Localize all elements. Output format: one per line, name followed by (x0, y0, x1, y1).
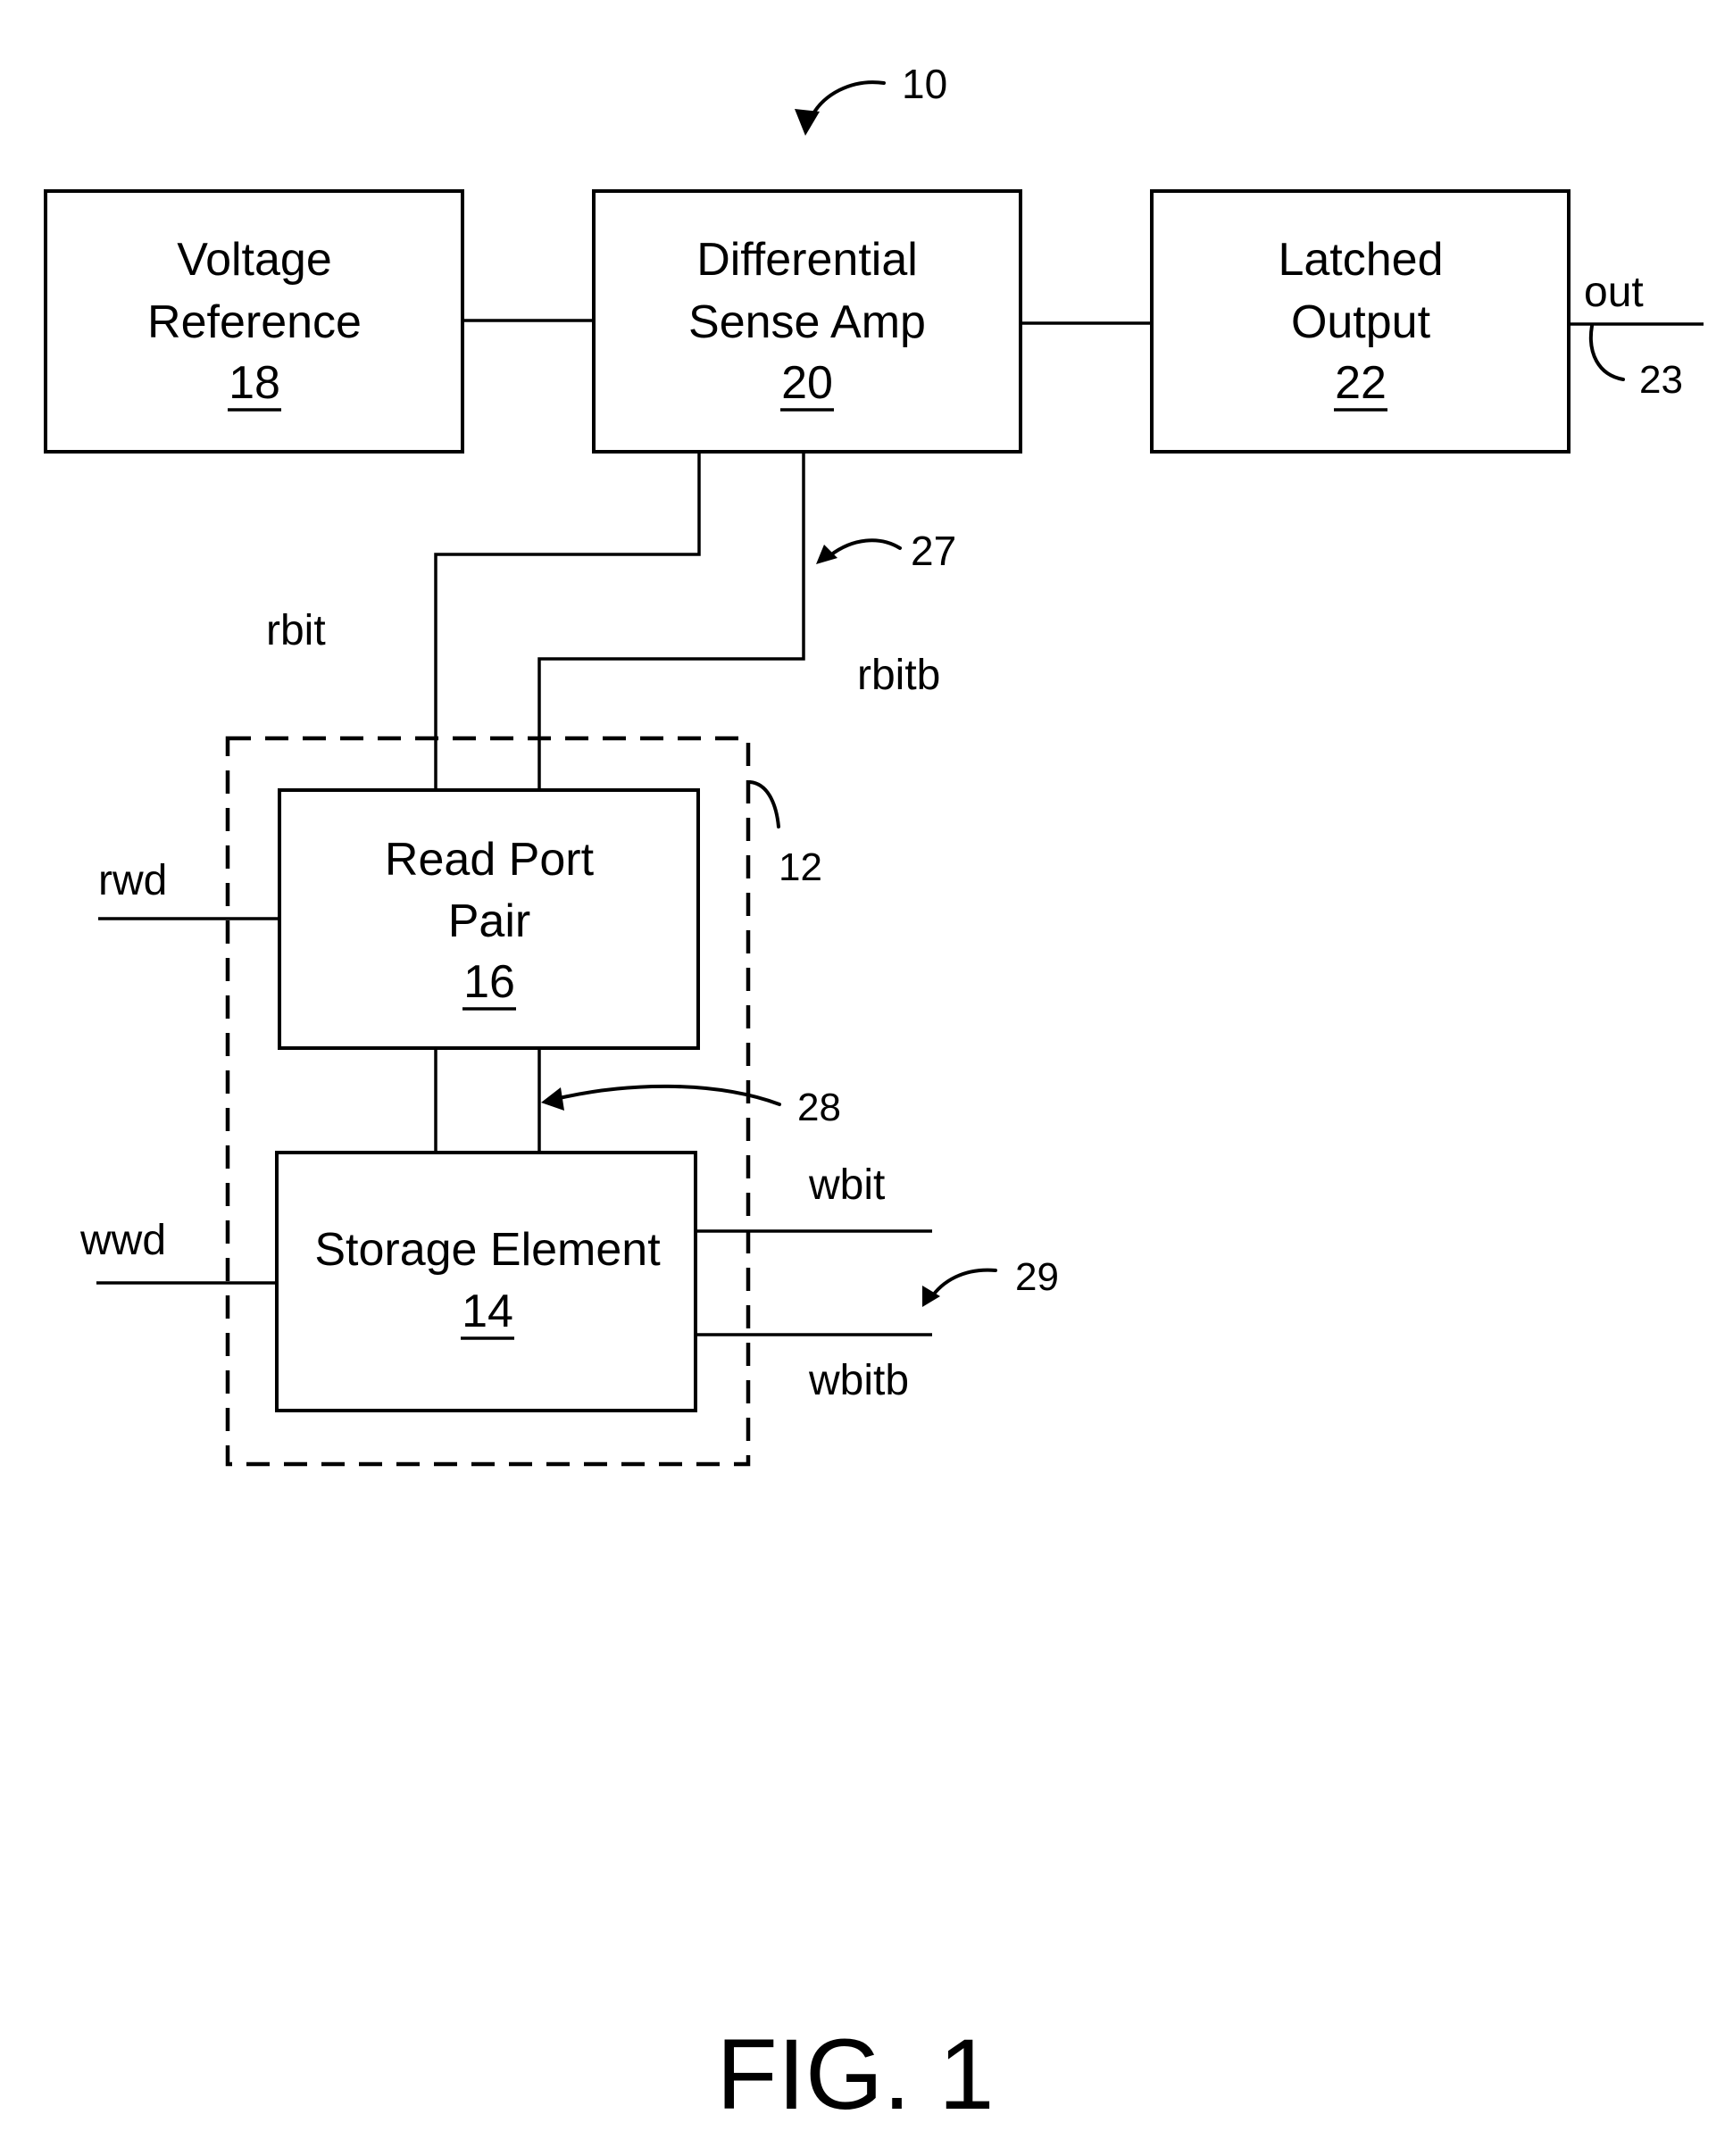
ref-12-label: 12 (779, 845, 822, 889)
ref-27-leader (829, 538, 902, 557)
ref-23-label: 23 (1639, 358, 1683, 402)
ref-29-label: 29 (1015, 1255, 1059, 1299)
sense-amp-ref: 20 (781, 357, 833, 409)
read-port-line1: Read Port (385, 834, 595, 886)
figure-caption: FIG. 1 (716, 2019, 994, 2130)
latched-output-ref: 22 (1335, 357, 1387, 409)
sense-amp-line2: Sense Amp (688, 296, 926, 348)
rbitb-label: rbitb (857, 652, 940, 699)
ref-29-leader (929, 1268, 997, 1301)
voltage-reference-line2: Reference (147, 296, 362, 348)
ref-12-leader (748, 780, 780, 828)
voltage-reference-ref: 18 (229, 357, 280, 409)
ref-28-leader (550, 1084, 781, 1106)
read-port-line2: Pair (448, 895, 530, 947)
ref-10-leader (808, 80, 886, 122)
voltage-reference-line1: Voltage (177, 234, 332, 286)
storage-element-line1: Storage Element (314, 1224, 661, 1276)
read-port-ref: 16 (463, 956, 515, 1008)
rwd-label: rwd (98, 857, 167, 904)
ref-28-label: 28 (797, 1086, 841, 1129)
ref-23-leader (1589, 324, 1625, 381)
ref-27-label: 27 (911, 528, 956, 574)
ref-10-arrowhead (795, 109, 820, 136)
sense-amp-line1: Differential (696, 234, 918, 286)
latched-output-line1: Latched (1278, 234, 1443, 286)
storage-element-ref: 14 (462, 1286, 513, 1337)
storage-element-block (275, 1151, 697, 1412)
ref-10-label: 10 (902, 61, 947, 107)
block-diagram: 10 Voltage Reference 18 Differential Sen… (44, 61, 1704, 2130)
wbit-label: wbit (808, 1161, 885, 1209)
wwd-label: wwd (79, 1217, 166, 1264)
rbit-label: rbit (266, 607, 326, 654)
out-label: out (1584, 269, 1644, 316)
latched-output-line2: Output (1291, 296, 1431, 348)
wbitb-label: wbitb (808, 1357, 909, 1404)
ref-28-arrowhead (541, 1087, 564, 1111)
